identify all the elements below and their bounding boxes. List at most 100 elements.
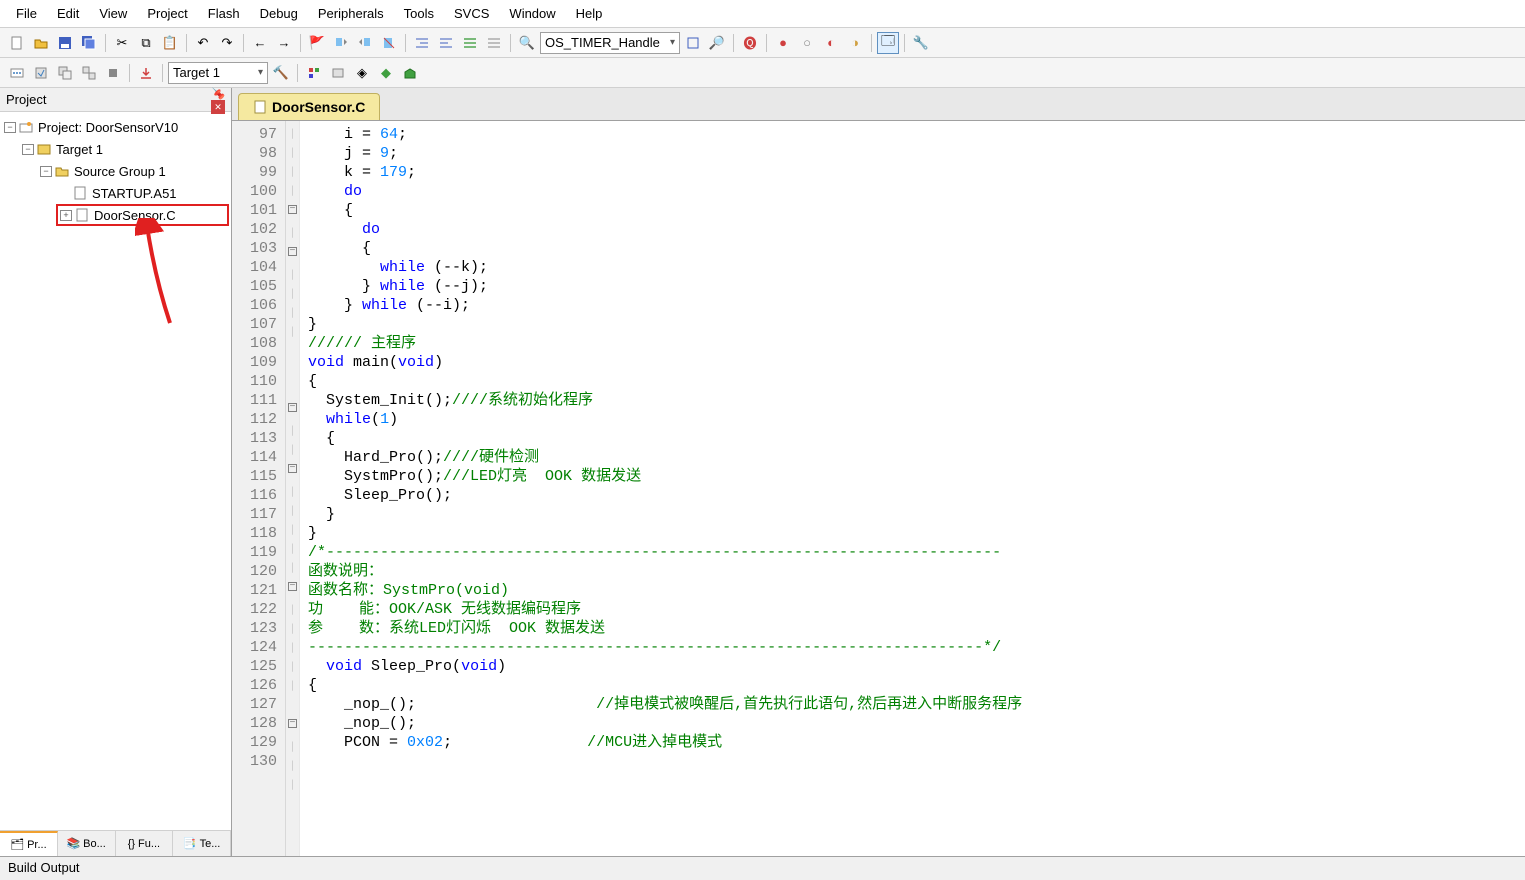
- code-line[interactable]: {: [308, 201, 1022, 220]
- menu-edit[interactable]: Edit: [47, 3, 89, 24]
- code-line[interactable]: 参 数：系统LED灯闪烁 OOK 数据发送: [308, 619, 1022, 638]
- code-line[interactable]: _nop_();: [308, 714, 1022, 733]
- copy-button[interactable]: ⧉: [135, 32, 157, 54]
- debug-button[interactable]: 🅠: [739, 32, 761, 54]
- tree-source-group[interactable]: − Source Group 1: [2, 160, 229, 182]
- code-line[interactable]: do: [308, 182, 1022, 201]
- download-button[interactable]: [135, 62, 157, 84]
- code-line[interactable]: {: [308, 676, 1022, 695]
- code-line[interactable]: while (--k);: [308, 258, 1022, 277]
- code-line[interactable]: PCON = 0x02; //MCU进入掉电模式: [308, 733, 1022, 752]
- code-line[interactable]: /*--------------------------------------…: [308, 543, 1022, 562]
- unindent-button[interactable]: [435, 32, 457, 54]
- rebuild-button[interactable]: [54, 62, 76, 84]
- bookmark-next-button[interactable]: [354, 32, 376, 54]
- collapse-icon[interactable]: −: [40, 166, 52, 177]
- menu-debug[interactable]: Debug: [250, 3, 308, 24]
- paste-button[interactable]: 📋: [159, 32, 181, 54]
- find-combo[interactable]: OS_TIMER_Handle: [540, 32, 680, 54]
- pin-icon[interactable]: 📌: [211, 87, 224, 101]
- find-next-button[interactable]: [682, 32, 704, 54]
- breakpoint-killall-button[interactable]: ◑: [844, 32, 866, 54]
- menu-tools[interactable]: Tools: [394, 3, 444, 24]
- code-line[interactable]: }: [308, 505, 1022, 524]
- code-line[interactable]: } while (--j);: [308, 277, 1022, 296]
- comment-button[interactable]: [459, 32, 481, 54]
- code-line[interactable]: 函数名称：SystmPro(void): [308, 581, 1022, 600]
- code-line[interactable]: 函数说明：: [308, 562, 1022, 581]
- code-line[interactable]: void Sleep_Pro(void): [308, 657, 1022, 676]
- side-tab-3[interactable]: 📑Te...: [173, 831, 231, 856]
- cut-button[interactable]: ✂: [111, 32, 133, 54]
- menu-view[interactable]: View: [89, 3, 137, 24]
- code-line[interactable]: {: [308, 429, 1022, 448]
- menu-svcs[interactable]: SVCS: [444, 3, 499, 24]
- code-line[interactable]: ----------------------------------------…: [308, 638, 1022, 657]
- bookmark-prev-button[interactable]: [330, 32, 352, 54]
- code-line[interactable]: System_Init();////系统初始化程序: [308, 391, 1022, 410]
- code-line[interactable]: j = 9;: [308, 144, 1022, 163]
- configure-button[interactable]: 🔧: [910, 32, 932, 54]
- menu-project[interactable]: Project: [137, 3, 197, 24]
- uncomment-button[interactable]: [483, 32, 505, 54]
- code-line[interactable]: }: [308, 315, 1022, 334]
- fold-gutter[interactable]: ││││−│−││││−││−│││││−│││││−│││: [286, 121, 300, 856]
- code-line[interactable]: while(1): [308, 410, 1022, 429]
- breakpoint-insert-button[interactable]: ●: [772, 32, 794, 54]
- menu-window[interactable]: Window: [499, 3, 565, 24]
- code-line[interactable]: do: [308, 220, 1022, 239]
- code-line[interactable]: 功 能：OOK/ASK 无线数据编码程序: [308, 600, 1022, 619]
- project-tree[interactable]: − Project: DoorSensorV10 − Target 1 − So…: [0, 112, 231, 830]
- collapse-icon[interactable]: −: [4, 122, 16, 133]
- batch-build-button[interactable]: [78, 62, 100, 84]
- code-line[interactable]: i = 64;: [308, 125, 1022, 144]
- menu-help[interactable]: Help: [566, 3, 613, 24]
- indent-button[interactable]: [411, 32, 433, 54]
- code-content[interactable]: i = 64; j = 9; k = 179; do { do { while …: [300, 121, 1022, 856]
- side-tab-1[interactable]: 📚Bo...: [58, 831, 116, 856]
- target-combo[interactable]: Target 1: [168, 62, 268, 84]
- bookmark-clear-button[interactable]: [378, 32, 400, 54]
- code-line[interactable]: void main(void): [308, 353, 1022, 372]
- side-tab-0[interactable]: 🗂Pr...: [0, 831, 58, 856]
- menu-file[interactable]: File: [6, 3, 47, 24]
- tree-target[interactable]: − Target 1: [2, 138, 229, 160]
- breakpoint-disable-button[interactable]: ◐: [820, 32, 842, 54]
- incremental-find-button[interactable]: 🔎: [706, 32, 728, 54]
- file-ext-button[interactable]: [303, 62, 325, 84]
- code-line[interactable]: SystmPro();///LED灯亮 OOK 数据发送: [308, 467, 1022, 486]
- code-line[interactable]: {: [308, 239, 1022, 258]
- code-editor[interactable]: 9798991001011021031041051061071081091101…: [232, 121, 1525, 856]
- target-options-button[interactable]: 🔨: [270, 62, 292, 84]
- manage-component-button[interactable]: ◈: [351, 62, 373, 84]
- new-file-button[interactable]: [6, 32, 28, 54]
- nav-back-button[interactable]: ←: [249, 32, 271, 54]
- collapse-icon[interactable]: −: [22, 144, 34, 155]
- build-button[interactable]: [30, 62, 52, 84]
- tree-project-root[interactable]: − Project: DoorSensorV10: [2, 116, 229, 138]
- manage-rte-button[interactable]: ◆: [375, 62, 397, 84]
- nav-fwd-button[interactable]: →: [273, 32, 295, 54]
- undo-button[interactable]: ↶: [192, 32, 214, 54]
- redo-button[interactable]: ↷: [216, 32, 238, 54]
- code-line[interactable]: } while (--i);: [308, 296, 1022, 315]
- side-tab-2[interactable]: {}Fu...: [116, 831, 174, 856]
- manage-books-button[interactable]: [327, 62, 349, 84]
- breakpoint-enable-button[interactable]: ○: [796, 32, 818, 54]
- pack-installer-button[interactable]: [399, 62, 421, 84]
- code-line[interactable]: Hard_Pro();////硬件检测: [308, 448, 1022, 467]
- open-file-button[interactable]: [30, 32, 52, 54]
- code-line[interactable]: Sleep_Pro();: [308, 486, 1022, 505]
- tree-file-startup[interactable]: STARTUP.A51: [2, 182, 229, 204]
- save-all-button[interactable]: [78, 32, 100, 54]
- editor-tab-active[interactable]: DoorSensor.C: [238, 93, 380, 120]
- code-line[interactable]: {: [308, 372, 1022, 391]
- code-line[interactable]: k = 179;: [308, 163, 1022, 182]
- menu-peripherals[interactable]: Peripherals: [308, 3, 394, 24]
- stop-build-button[interactable]: [102, 62, 124, 84]
- find-in-files-button[interactable]: 🔍: [516, 32, 538, 54]
- save-button[interactable]: [54, 32, 76, 54]
- menu-flash[interactable]: Flash: [198, 3, 250, 24]
- expand-icon[interactable]: +: [60, 210, 72, 221]
- code-line[interactable]: }: [308, 524, 1022, 543]
